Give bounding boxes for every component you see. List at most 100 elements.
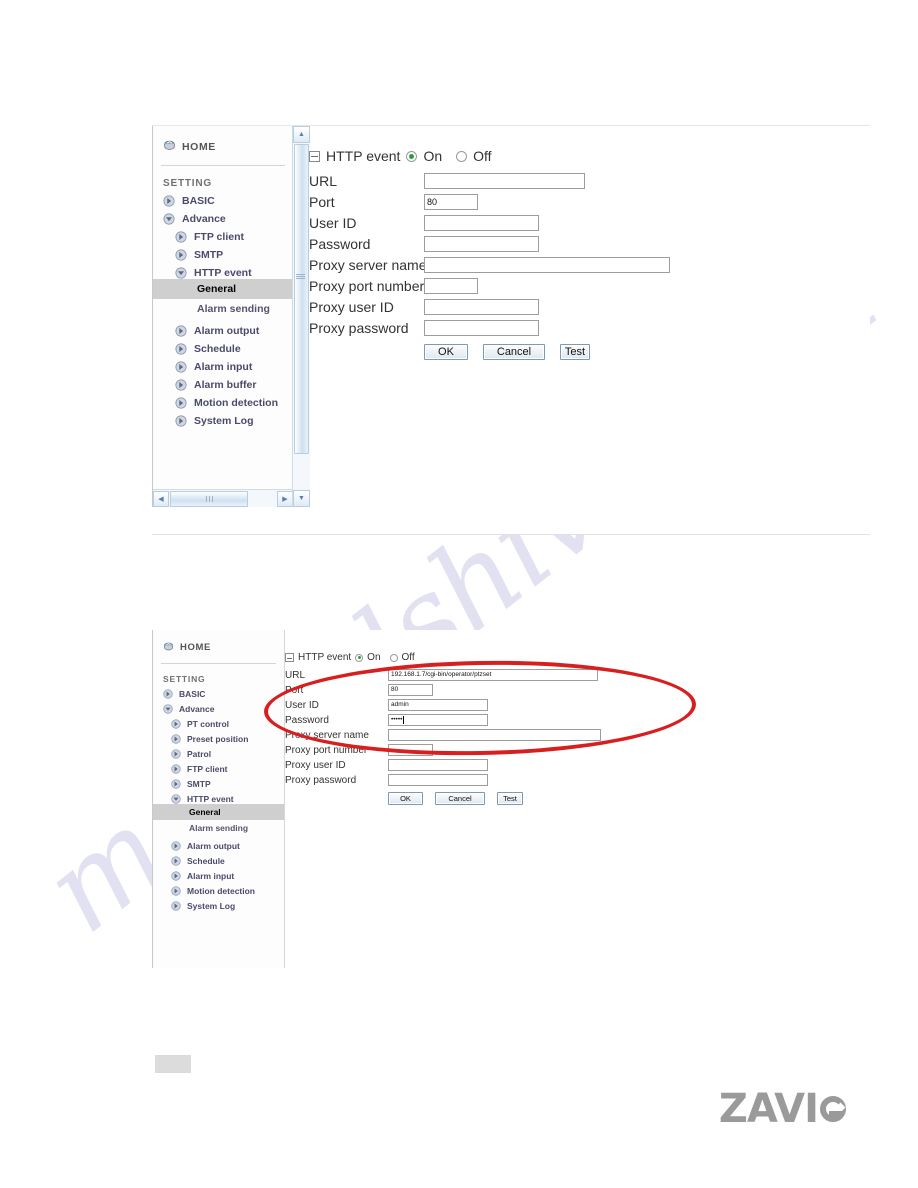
cancel-button[interactable]: Cancel xyxy=(483,344,545,360)
sidebar-item-ftp-client[interactable]: FTP client xyxy=(153,759,284,774)
sidebar-item-ftp-client[interactable]: FTP client xyxy=(153,225,293,243)
sidebar-item-schedule[interactable]: Schedule xyxy=(153,337,293,355)
field-label: Proxy password xyxy=(285,774,357,786)
chevron-right-icon xyxy=(171,871,181,881)
sidebar-item-advance[interactable]: Advance xyxy=(153,699,284,714)
proxy-server-name-input[interactable] xyxy=(424,257,670,273)
user-id-input[interactable]: admin xyxy=(388,699,488,711)
port-input[interactable]: 80 xyxy=(388,684,433,696)
collapse-box-icon[interactable] xyxy=(309,150,320,162)
vertical-scrollbar[interactable]: ▲ ▼ xyxy=(292,126,310,507)
sidebar-bottom: HOME SETTING BASIC Advance PT control Pr… xyxy=(152,630,285,968)
form-title: HTTP event xyxy=(326,148,401,164)
sidebar-setting-heading: SETTING xyxy=(163,178,212,189)
radio-on-label: On xyxy=(423,148,443,164)
field-label: User ID xyxy=(309,215,357,231)
test-button[interactable]: Test xyxy=(497,792,523,805)
proxy-user-id-input[interactable] xyxy=(424,299,539,315)
sidebar-label: SMTP xyxy=(194,249,224,261)
vscroll-thumb[interactable] xyxy=(294,144,309,454)
sidebar-label: Alarm input xyxy=(194,361,253,373)
sidebar-item-preset-position[interactable]: Preset position xyxy=(153,729,284,744)
sidebar-item-alarm-buffer[interactable]: Alarm buffer xyxy=(153,373,293,391)
collapse-box-icon[interactable] xyxy=(285,653,294,662)
url-input[interactable]: 192.168.1.7/cgi-bin/operator/ptzset xyxy=(388,669,598,681)
sidebar-item-alarm-input[interactable]: Alarm input xyxy=(153,355,293,373)
proxy-password-input[interactable] xyxy=(424,320,539,336)
sidebar-setting-heading: SETTING xyxy=(163,674,206,684)
radio-off[interactable] xyxy=(389,653,398,662)
radio-on[interactable] xyxy=(355,653,364,662)
test-button[interactable]: Test xyxy=(560,344,590,360)
radio-off-label: Off xyxy=(473,148,492,164)
sidebar-item-schedule[interactable]: Schedule xyxy=(153,851,284,866)
horizontal-scrollbar[interactable]: ◀ ▶ xyxy=(153,489,293,507)
ok-button[interactable]: OK xyxy=(388,792,423,805)
field-label: Proxy server name xyxy=(285,729,369,741)
proxy-port-number-input[interactable] xyxy=(388,744,433,756)
sidebar-label: Preset position xyxy=(187,734,249,744)
hscroll-track[interactable] xyxy=(169,490,277,507)
chevron-right-icon xyxy=(171,719,181,729)
sidebar-item-smtp[interactable]: SMTP xyxy=(153,774,284,789)
field-label: Proxy user ID xyxy=(309,299,394,315)
sidebar-item-alarm-output[interactable]: Alarm output xyxy=(153,319,293,337)
sidebar-subitem-general[interactable]: General xyxy=(153,804,284,820)
chevron-down-icon xyxy=(171,794,181,804)
radio-on[interactable] xyxy=(406,150,418,162)
sidebar-item-system-log[interactable]: System Log xyxy=(153,896,284,911)
sidebar-label: HTTP event xyxy=(187,794,234,804)
chevron-right-icon xyxy=(175,231,187,243)
radio-off[interactable] xyxy=(456,150,468,162)
sidebar-label: PT control xyxy=(187,719,230,729)
port-input[interactable]: 80 xyxy=(424,194,478,210)
proxy-password-input[interactable] xyxy=(388,774,488,786)
field-label: Port xyxy=(309,194,335,210)
sidebar-label: HTTP event xyxy=(194,267,252,279)
proxy-user-id-input[interactable] xyxy=(388,759,488,771)
proxy-server-name-input[interactable] xyxy=(388,729,601,741)
field-row-proxy-password: Proxy password xyxy=(309,320,670,336)
chevron-right-icon xyxy=(171,734,181,744)
sidebar-subitem-general[interactable]: General xyxy=(153,279,293,299)
field-label: URL xyxy=(309,173,338,189)
scroll-right-icon[interactable]: ▶ xyxy=(277,490,293,507)
cancel-button[interactable]: Cancel xyxy=(435,792,485,805)
scroll-down-icon[interactable]: ▼ xyxy=(293,490,310,507)
sidebar-item-alarm-output[interactable]: Alarm output xyxy=(153,836,284,851)
password-input[interactable] xyxy=(424,236,539,252)
http-event-form-bottom: HTTP event On Off URL 192.168.1.7/cgi-bi… xyxy=(285,652,601,805)
sidebar-item-patrol[interactable]: Patrol xyxy=(153,744,284,759)
panel-bottom-edge xyxy=(152,534,870,535)
sidebar-label: Advance xyxy=(179,704,215,714)
sidebar-item-basic[interactable]: BASIC xyxy=(153,189,293,207)
sidebar-item-basic[interactable]: BASIC xyxy=(153,684,284,699)
sidebar-item-motion-detection[interactable]: Motion detection xyxy=(153,881,284,896)
sidebar-item-pt-control[interactable]: PT control xyxy=(153,714,284,729)
radio-on-label: On xyxy=(367,652,381,663)
field-row-user-id: User ID xyxy=(309,215,670,231)
ok-button[interactable]: OK xyxy=(424,344,468,360)
sidebar-label: Alarm input xyxy=(187,871,235,881)
hscroll-thumb[interactable] xyxy=(170,490,248,507)
sidebar-item-motion-detection[interactable]: Motion detection xyxy=(153,391,293,409)
password-input[interactable]: ••••• xyxy=(388,714,488,726)
sidebar-item-smtp[interactable]: SMTP xyxy=(153,243,293,261)
sidebar-item-home[interactable]: HOME xyxy=(153,630,284,653)
url-input[interactable] xyxy=(424,173,585,189)
sidebar-item-home[interactable]: HOME xyxy=(153,126,293,153)
sidebar-subitem-alarm-sending[interactable]: Alarm sending xyxy=(153,299,293,319)
sidebar-item-http-event[interactable]: HTTP event xyxy=(153,789,284,804)
sidebar-label: Advance xyxy=(182,213,226,225)
scroll-left-icon[interactable]: ◀ xyxy=(153,490,169,507)
sidebar-item-system-log[interactable]: System Log xyxy=(153,409,293,427)
proxy-port-number-input[interactable] xyxy=(424,278,478,294)
sidebar-item-http-event[interactable]: HTTP event xyxy=(153,261,293,279)
field-label: Port xyxy=(285,684,304,696)
user-id-input[interactable] xyxy=(424,215,539,231)
sidebar-item-advance[interactable]: Advance xyxy=(153,207,293,225)
sidebar-subitem-alarm-sending[interactable]: Alarm sending xyxy=(153,820,284,836)
form-header: HTTP event On Off xyxy=(309,148,670,164)
sidebar-item-alarm-input[interactable]: Alarm input xyxy=(153,866,284,881)
scroll-up-icon[interactable]: ▲ xyxy=(293,126,310,143)
